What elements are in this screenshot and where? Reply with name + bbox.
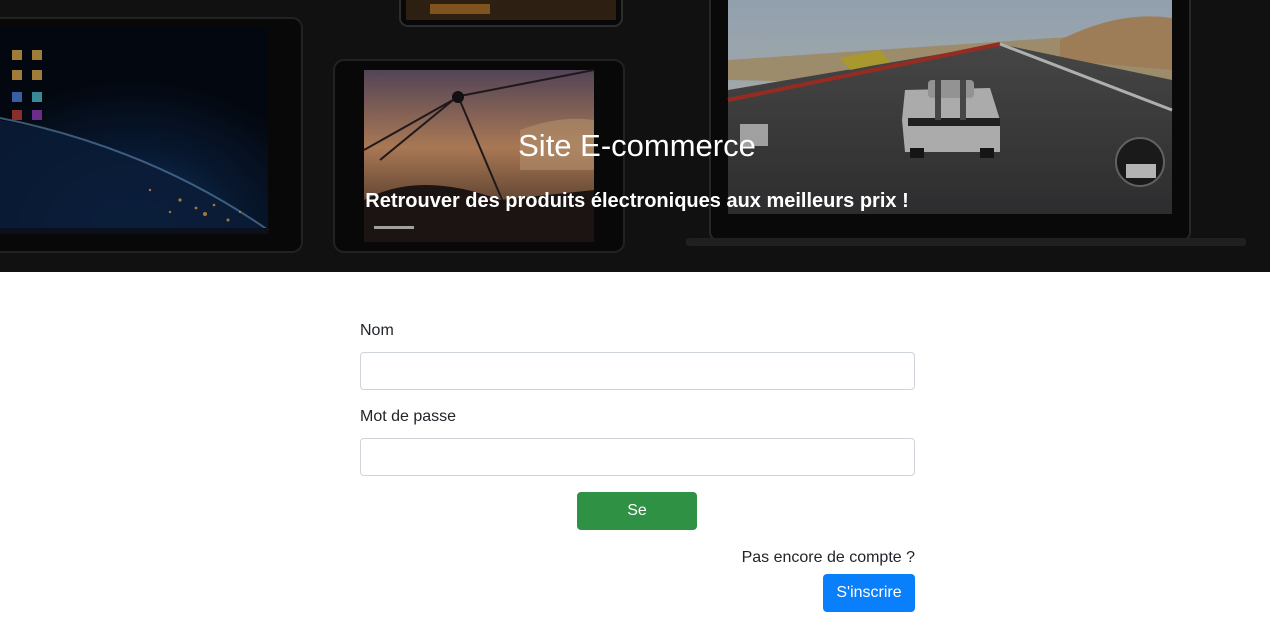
register-button[interactable]: S'inscrire bbox=[823, 574, 915, 612]
no-account-prompt: Pas encore de compte ? bbox=[741, 549, 915, 566]
name-input[interactable] bbox=[360, 352, 915, 390]
page-title: Site E-commerce bbox=[518, 128, 756, 163]
name-label: Nom bbox=[360, 322, 394, 339]
login-button[interactable]: Se connecter bbox=[577, 492, 697, 557]
password-label: Mot de passe bbox=[360, 408, 457, 425]
password-input[interactable] bbox=[360, 438, 915, 476]
hero-banner: Site E-commerce Retrouver des produits é… bbox=[0, 0, 1270, 272]
hero-subtitle: Retrouver des produits électroniques aux… bbox=[365, 190, 909, 212]
